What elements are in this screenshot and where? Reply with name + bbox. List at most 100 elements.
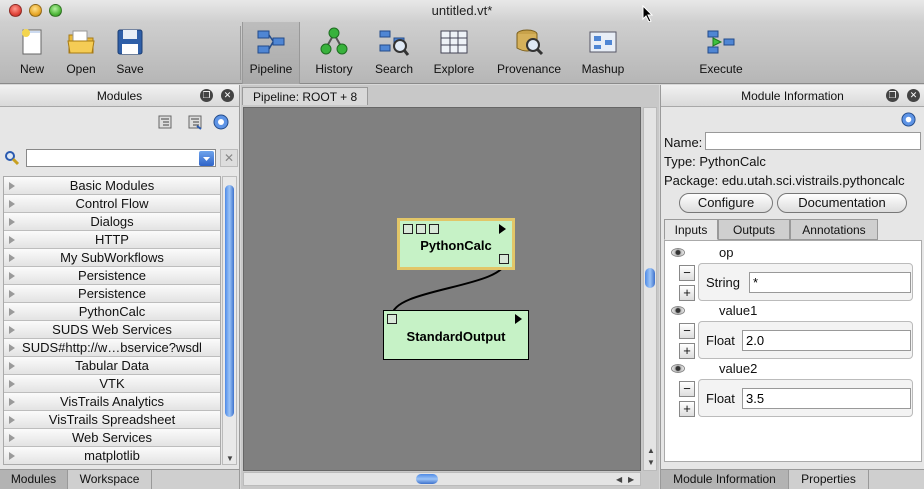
explore-view-button[interactable]: Explore <box>428 22 480 84</box>
scroll-down-arrow-icon[interactable]: ▼ <box>647 458 655 467</box>
value2-input[interactable] <box>742 388 911 409</box>
module-search-input[interactable] <box>26 149 216 167</box>
add-port-value-button[interactable]: + <box>679 285 695 301</box>
module-package-item[interactable]: matplotlib <box>4 447 220 464</box>
search-view-button[interactable]: Search <box>368 22 420 84</box>
history-view-button[interactable]: History <box>308 22 360 84</box>
module-package-item[interactable]: Control Flow <box>4 195 220 213</box>
pipeline-tab[interactable]: Pipeline: ROOT + 8 <box>242 87 369 105</box>
tab-annotations[interactable]: Annotations <box>790 219 878 240</box>
module-name-input[interactable] <box>705 132 921 150</box>
scroll-up-arrow-icon[interactable]: ▲ <box>647 446 655 455</box>
expand-arrow-icon[interactable] <box>9 398 15 406</box>
canvas-hscroll-thumb[interactable] <box>416 474 438 484</box>
add-port-value-button[interactable]: + <box>679 401 695 417</box>
remove-port-value-button[interactable]: − <box>679 323 695 339</box>
window-minimize-button[interactable] <box>29 4 42 17</box>
expand-arrow-icon[interactable] <box>9 254 15 262</box>
tab-inputs[interactable]: Inputs <box>664 219 718 240</box>
expand-arrow-icon[interactable] <box>9 272 15 280</box>
expand-arrow-icon[interactable] <box>9 236 15 244</box>
tab-modules[interactable]: Modules <box>0 470 68 489</box>
eye-icon[interactable] <box>671 364 685 373</box>
canvas-vscroll-thumb[interactable] <box>645 268 655 288</box>
output-ports-arrow-icon[interactable] <box>515 314 522 324</box>
module-node-standardoutput[interactable]: StandardOutput <box>383 310 529 360</box>
float-panel-icon[interactable]: ❐ <box>886 89 899 102</box>
input-port[interactable] <box>387 314 397 324</box>
output-ports-arrow-icon[interactable] <box>499 224 506 234</box>
expand-arrow-icon[interactable] <box>9 218 15 226</box>
value1-input[interactable] <box>742 330 911 351</box>
module-package-item[interactable]: Web Services <box>4 429 220 447</box>
provenance-view-button[interactable]: Provenance <box>494 22 564 84</box>
module-package-item[interactable]: Persistence <box>4 267 220 285</box>
tab-properties[interactable]: Properties <box>789 470 869 489</box>
expand-arrow-icon[interactable] <box>9 452 15 460</box>
module-package-item[interactable]: PythonCalc <box>4 303 220 321</box>
expand-arrow-icon[interactable] <box>9 200 15 208</box>
expand-arrow-icon[interactable] <box>9 290 15 298</box>
configure-button[interactable]: Configure <box>679 193 773 213</box>
module-package-item[interactable]: Tabular Data <box>4 357 220 375</box>
module-info-options-icon[interactable] <box>901 112 916 127</box>
module-package-item[interactable]: Dialogs <box>4 213 220 231</box>
output-port[interactable] <box>499 254 509 264</box>
add-port-value-button[interactable]: + <box>679 343 695 359</box>
eye-icon[interactable] <box>671 306 685 315</box>
tab-workspace[interactable]: Workspace <box>68 470 152 489</box>
window-close-button[interactable] <box>9 4 22 17</box>
expand-all-icon[interactable] <box>187 114 203 130</box>
window-zoom-button[interactable] <box>49 4 62 17</box>
canvas-vertical-scrollbar[interactable]: ▲ ▼ <box>643 107 657 471</box>
pipeline-view-button[interactable]: Pipeline <box>242 22 300 84</box>
input-port[interactable] <box>403 224 413 234</box>
new-button[interactable]: New <box>12 22 52 84</box>
save-button[interactable]: Save <box>110 22 150 84</box>
scroll-down-arrow-icon[interactable]: ▼ <box>226 454 234 463</box>
clear-search-button[interactable]: ✕ <box>220 149 238 167</box>
input-port[interactable] <box>429 224 439 234</box>
execute-button[interactable]: Execute <box>694 22 748 84</box>
expand-arrow-icon[interactable] <box>9 182 15 190</box>
open-button[interactable]: Open <box>60 22 102 84</box>
expand-arrow-icon[interactable] <box>9 434 15 442</box>
scroll-right-arrow-icon[interactable]: ▶ <box>628 475 634 484</box>
pipeline-canvas[interactable]: PythonCalc StandardOutput <box>243 107 641 471</box>
expand-arrow-icon[interactable] <box>9 416 15 424</box>
module-package-item[interactable]: Persistence <box>4 285 220 303</box>
module-package-item[interactable]: SUDS Web Services <box>4 321 220 339</box>
expand-arrow-icon[interactable] <box>9 380 15 388</box>
module-list-scrollbar[interactable]: ▼ <box>222 176 237 465</box>
scroll-left-arrow-icon[interactable]: ◀ <box>616 475 622 484</box>
module-package-item[interactable]: VisTrails Analytics <box>4 393 220 411</box>
module-options-icon[interactable] <box>213 114 229 130</box>
float-panel-icon[interactable]: ❐ <box>200 89 213 102</box>
expand-arrow-icon[interactable] <box>9 326 15 334</box>
tab-module-information[interactable]: Module Information <box>661 470 789 489</box>
module-package-item[interactable]: SUDS#http://w…bservice?wsdl <box>4 339 220 357</box>
expand-arrow-icon[interactable] <box>9 344 15 352</box>
documentation-button[interactable]: Documentation <box>777 193 907 213</box>
expand-arrow-icon[interactable] <box>9 308 15 316</box>
search-dropdown-button[interactable] <box>199 151 214 166</box>
expand-arrow-icon[interactable] <box>9 362 15 370</box>
module-list-scroll-thumb[interactable] <box>225 185 234 417</box>
op-value-input[interactable] <box>749 272 911 293</box>
canvas-horizontal-scrollbar[interactable]: ◀ ▶ <box>243 472 641 486</box>
close-panel-icon[interactable]: ✕ <box>221 89 234 102</box>
remove-port-value-button[interactable]: − <box>679 265 695 281</box>
module-node-pythoncalc[interactable]: PythonCalc <box>397 218 515 270</box>
collapse-all-icon[interactable] <box>157 114 173 130</box>
module-package-item[interactable]: VTK <box>4 375 220 393</box>
connection-wire[interactable] <box>244 108 642 472</box>
eye-icon[interactable] <box>671 248 685 257</box>
module-package-item[interactable]: My SubWorkflows <box>4 249 220 267</box>
close-panel-icon[interactable]: ✕ <box>907 89 920 102</box>
tab-outputs[interactable]: Outputs <box>718 219 790 240</box>
input-port[interactable] <box>416 224 426 234</box>
module-package-item[interactable]: HTTP <box>4 231 220 249</box>
remove-port-value-button[interactable]: − <box>679 381 695 397</box>
module-package-item[interactable]: VisTrails Spreadsheet <box>4 411 220 429</box>
mashup-view-button[interactable]: Mashup <box>576 22 630 84</box>
